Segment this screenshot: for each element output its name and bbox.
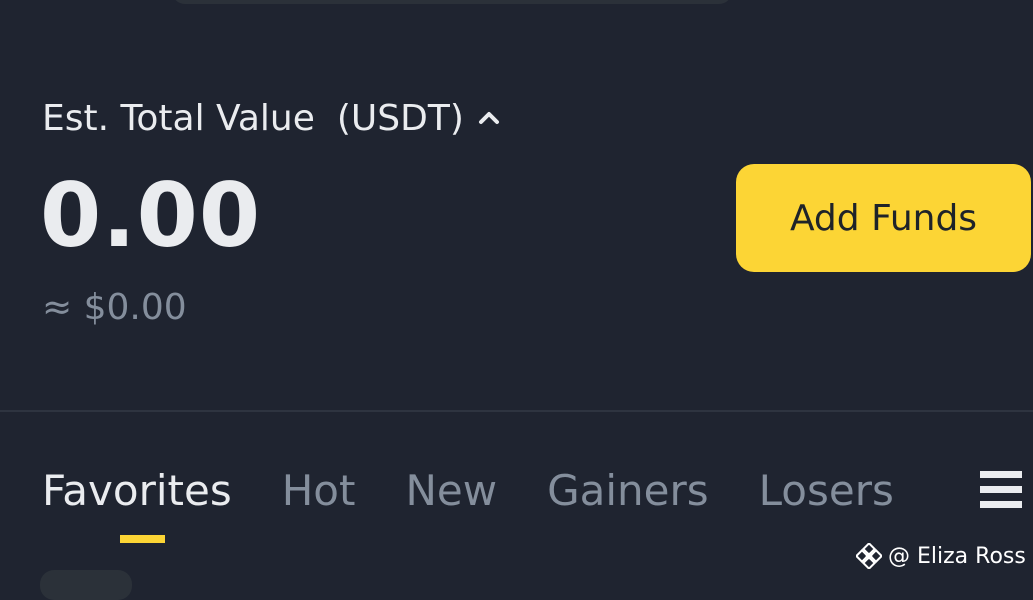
section-divider	[0, 410, 1033, 412]
tab-new[interactable]: New	[405, 466, 497, 515]
add-funds-button[interactable]: Add Funds	[736, 164, 1031, 272]
add-funds-label: Add Funds	[789, 197, 978, 239]
market-tabs: Favorites Hot New Gainers Losers	[42, 462, 944, 543]
tab-gainers[interactable]: Gainers	[547, 466, 709, 515]
fiat-equivalent-value: ≈ $0.00	[42, 287, 187, 328]
est-total-value-label: Est. Total Value	[42, 97, 315, 139]
list-filter-chip[interactable]	[40, 570, 132, 600]
est-total-value-header[interactable]: Est. Total Value (USDT)	[42, 96, 500, 140]
tab-losers[interactable]: Losers	[759, 466, 894, 515]
est-currency-unit: (USDT)	[336, 97, 464, 139]
hamburger-menu-icon[interactable]	[980, 471, 1022, 509]
tab-hot[interactable]: Hot	[282, 466, 356, 515]
tab-favorites[interactable]: Favorites	[42, 466, 232, 515]
binance-logo-icon	[856, 543, 882, 569]
active-tab-indicator	[120, 535, 165, 543]
chevron-up-icon[interactable]	[478, 111, 500, 125]
watermark-text: @ Eliza Ross	[888, 543, 1026, 569]
total-balance-value: 0.00	[40, 164, 262, 267]
top-search-bar[interactable]	[172, 0, 732, 4]
watermark: @ Eliza Ross	[856, 541, 1026, 571]
